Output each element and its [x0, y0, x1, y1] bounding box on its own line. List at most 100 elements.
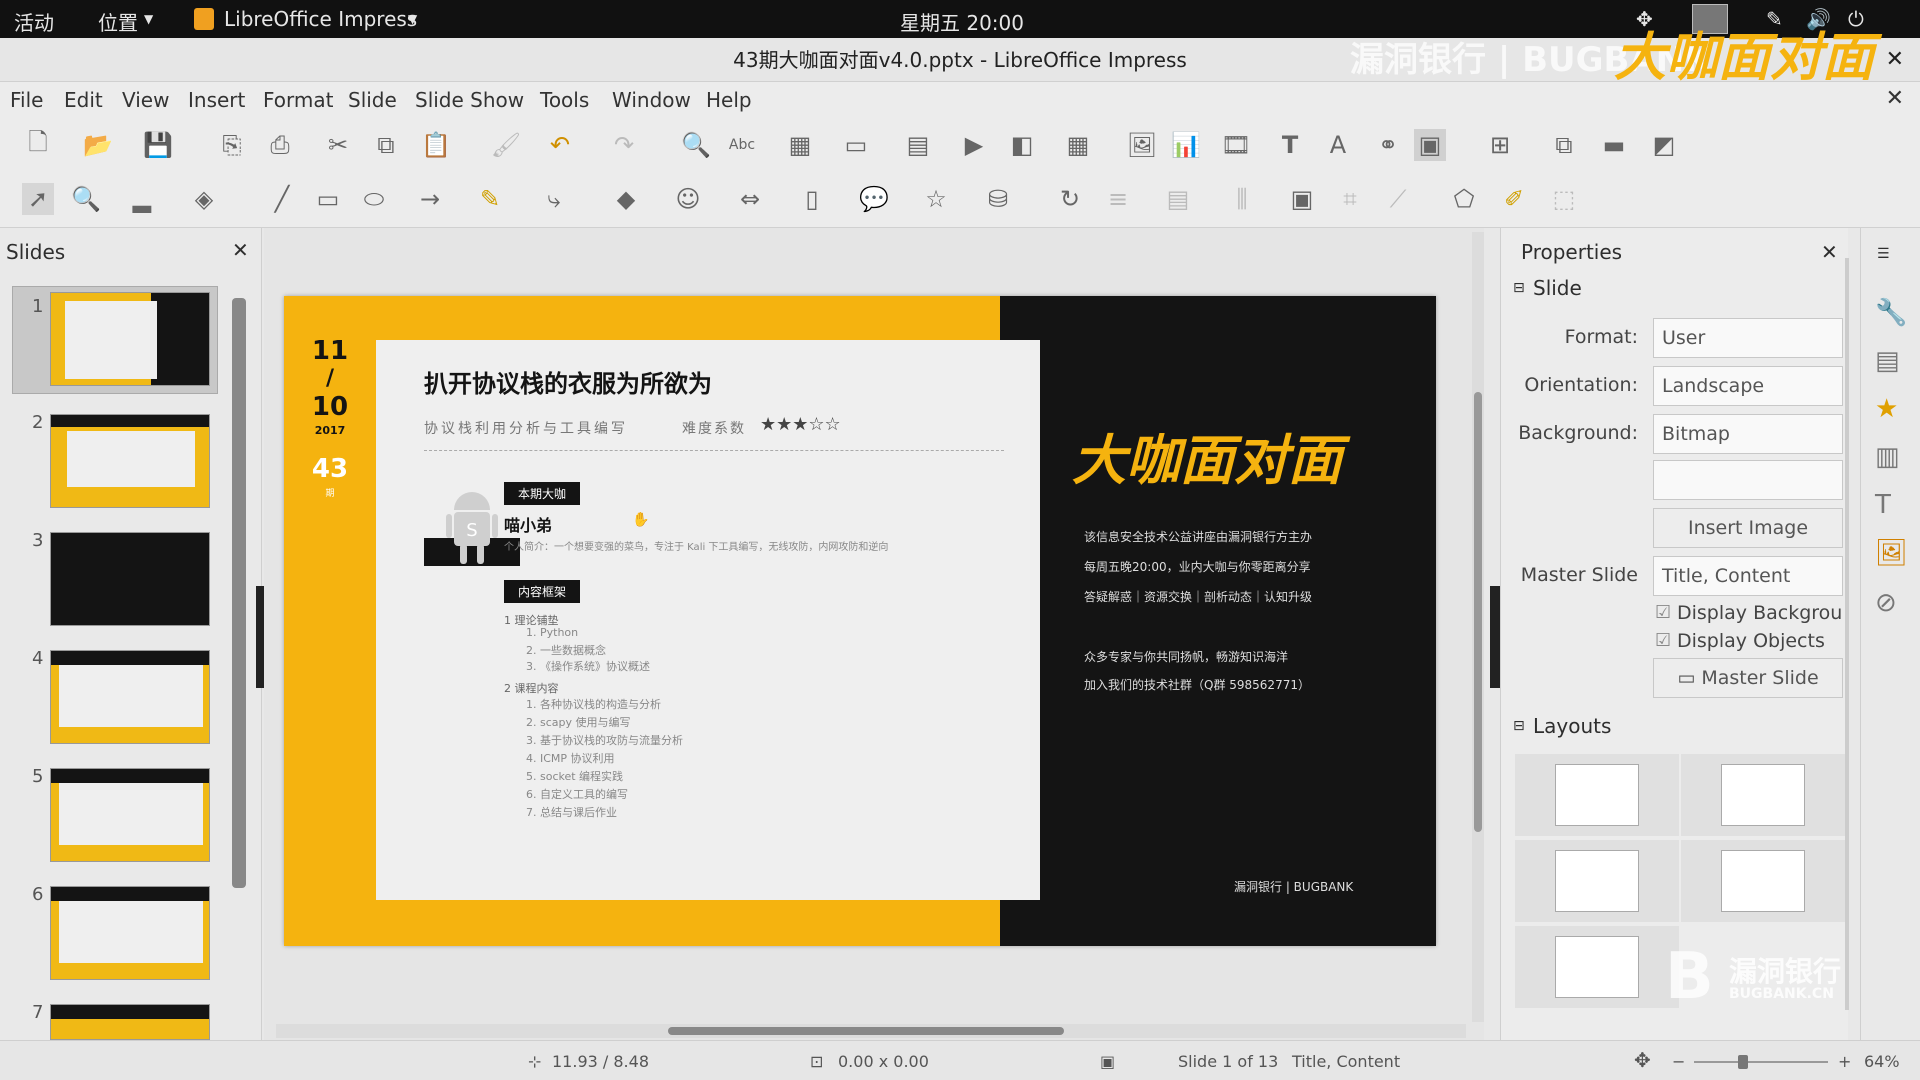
symbol-shapes-icon[interactable]: ☺ [672, 183, 704, 215]
cut-icon[interactable]: ✂ [322, 129, 354, 161]
properties-scrollbar[interactable] [1845, 258, 1849, 1010]
section-layouts-title[interactable]: Layouts [1533, 714, 1611, 738]
slide-thumbnail-6[interactable] [50, 886, 210, 980]
slide-show-icon[interactable]: ◧ [1006, 129, 1038, 161]
find-replace-icon[interactable]: 🔍 [680, 129, 712, 161]
sidebar-menu-icon[interactable]: ☰ [1877, 246, 1890, 262]
stars-icon[interactable]: ☆ [920, 183, 952, 215]
slide-transition-tab-icon[interactable]: ▤ [1875, 346, 1900, 376]
align-icon[interactable]: ≡ [1102, 183, 1134, 215]
redo-icon[interactable]: ↷ [608, 129, 640, 161]
master-slide-select[interactable]: Title, Content [1653, 556, 1843, 596]
paste-icon[interactable]: 📋 [420, 129, 452, 161]
filter-icon[interactable]: ⟋ [1382, 183, 1414, 215]
block-arrows-icon[interactable]: ⇔ [734, 183, 766, 215]
menu-file[interactable]: File [10, 88, 43, 112]
collapse-sidebar-handle[interactable] [1490, 586, 1500, 688]
properties-tab-icon[interactable]: 🔧 [1875, 298, 1907, 328]
menu-format[interactable]: Format [263, 88, 333, 112]
master-slides-tab-icon[interactable]: ▥ [1875, 442, 1900, 472]
select-icon[interactable]: ➚ [22, 183, 54, 215]
display-views-icon[interactable]: ▭ [832, 129, 880, 161]
gallery-tab-icon[interactable]: 🖼 [1875, 538, 1908, 568]
text-box-icon[interactable]: T [1274, 129, 1306, 161]
menu-slide[interactable]: Slide [348, 88, 397, 112]
media-icon[interactable]: 🎞 [1220, 129, 1252, 161]
format-select[interactable]: User [1653, 318, 1843, 358]
menu-edit[interactable]: Edit [64, 88, 103, 112]
delete-slide-icon[interactable]: ▬ [1598, 129, 1630, 161]
slide-canvas[interactable]: 11 / 10 2017 43 期 扒开协议栈的衣服为所欲为 协议栈利用分析与工… [284, 296, 1436, 946]
line-color-icon[interactable]: ▂ [126, 183, 158, 215]
master-slide-button[interactable]: ▭ Master Slide [1653, 658, 1843, 698]
slides-scrollbar[interactable] [232, 298, 246, 888]
grid-icon[interactable]: ▦ [784, 129, 816, 161]
fit-slide-icon[interactable]: ✥ [1634, 1048, 1651, 1072]
slide-thumbnail-1[interactable] [50, 292, 210, 386]
close-properties-icon[interactable]: ✕ [1821, 240, 1838, 264]
clock[interactable]: 星期五 20:00 [900, 7, 1024, 36]
menu-window[interactable]: Window [612, 88, 691, 112]
display-objects-checkbox[interactable]: ☑ [1655, 630, 1671, 651]
insert-image-button[interactable]: Insert Image [1653, 508, 1843, 548]
collapse-icon[interactable]: ⊟ [1513, 280, 1525, 296]
zoom-slider-handle[interactable] [1738, 1055, 1748, 1069]
close-window-icon[interactable]: ✕ [1886, 38, 1904, 82]
new-slide-icon[interactable]: ⊞ [1484, 129, 1516, 161]
copy-icon[interactable]: ⧉ [370, 129, 402, 161]
slide-layout-icon[interactable]: ◩ [1648, 129, 1680, 161]
slide-thumbnail-5[interactable] [50, 768, 210, 862]
toggle-extrusion-icon[interactable]: ⬚ [1548, 183, 1580, 215]
rotate-icon[interactable]: ↻ [1054, 183, 1086, 215]
styles-tab-icon[interactable]: T [1875, 490, 1891, 520]
undo-icon[interactable]: ↶ [544, 129, 576, 161]
rectangle-icon[interactable]: ▭ [312, 183, 344, 215]
fill-color-icon[interactable]: ◈ [188, 183, 220, 215]
zoom-level[interactable]: 64% [1864, 1052, 1900, 1071]
vertical-scrollbar[interactable] [1472, 232, 1484, 1022]
new-icon[interactable]: 🗋 [22, 128, 54, 161]
export-pdf-icon[interactable]: ⎘ [216, 129, 248, 161]
table-icon[interactable]: ▦ [1062, 129, 1094, 161]
callouts-icon[interactable]: 💬 [858, 183, 890, 215]
layout-title-content[interactable] [1515, 840, 1679, 922]
slide-thumbnail-4[interactable] [50, 650, 210, 744]
chart-icon[interactable]: 📊 [1170, 129, 1202, 161]
menu-slide-show[interactable]: Slide Show [415, 88, 524, 112]
arrange-icon[interactable]: ▤ [1162, 183, 1194, 215]
close-document-icon[interactable]: ✕ [1886, 86, 1904, 111]
curve-icon[interactable]: ✎ [474, 183, 506, 215]
save-icon[interactable]: 💾 [142, 129, 174, 161]
hyperlink-icon[interactable]: ⚭ [1372, 129, 1404, 161]
show-draw-functions-icon[interactable]: ▣ [1414, 129, 1446, 161]
zoom-icon[interactable]: 🔍 [70, 183, 102, 215]
horizontal-scrollbar[interactable] [276, 1024, 1466, 1038]
spelling-icon[interactable]: Abc [726, 129, 758, 161]
ellipse-icon[interactable]: ⬭ [358, 183, 390, 215]
zoom-in-button[interactable]: + [1838, 1052, 1851, 1071]
display-background-checkbox[interactable]: ☑ [1655, 602, 1671, 623]
close-pane-icon[interactable]: ✕ [232, 238, 249, 262]
save-status-icon[interactable]: ▣ [1100, 1052, 1115, 1071]
activities-button[interactable]: 活动 [14, 7, 54, 36]
app-menu[interactable]: LibreOffice Impress [224, 7, 417, 31]
background-select[interactable]: Bitmap [1653, 414, 1843, 454]
master-slide-icon[interactable]: ▤ [902, 129, 934, 161]
bitmap-select[interactable] [1653, 460, 1843, 500]
slide-thumbnail-2[interactable] [50, 414, 210, 508]
distribute-icon[interactable]: ⫼ [1226, 183, 1258, 215]
arrow-line-icon[interactable]: → [414, 183, 446, 215]
open-icon[interactable]: 📂 [82, 129, 114, 161]
slide-thumbnail-3[interactable] [50, 532, 210, 626]
layout-blank[interactable] [1515, 754, 1679, 836]
layout-title-2-content[interactable] [1681, 840, 1845, 922]
crop-icon[interactable]: ⌗ [1334, 183, 1366, 215]
3d-objects-icon[interactable]: ⛁ [982, 183, 1014, 215]
menu-view[interactable]: View [122, 88, 169, 112]
connector-icon[interactable]: ⤷ [538, 183, 570, 215]
slide-thumbnail-7[interactable] [50, 1004, 210, 1040]
print-icon[interactable]: ⎙ [264, 129, 296, 161]
start-presentation-icon[interactable]: ▶ [958, 129, 990, 161]
shadow-icon[interactable]: ▣ [1286, 183, 1318, 215]
flowchart-icon[interactable]: ▯ [796, 183, 828, 215]
